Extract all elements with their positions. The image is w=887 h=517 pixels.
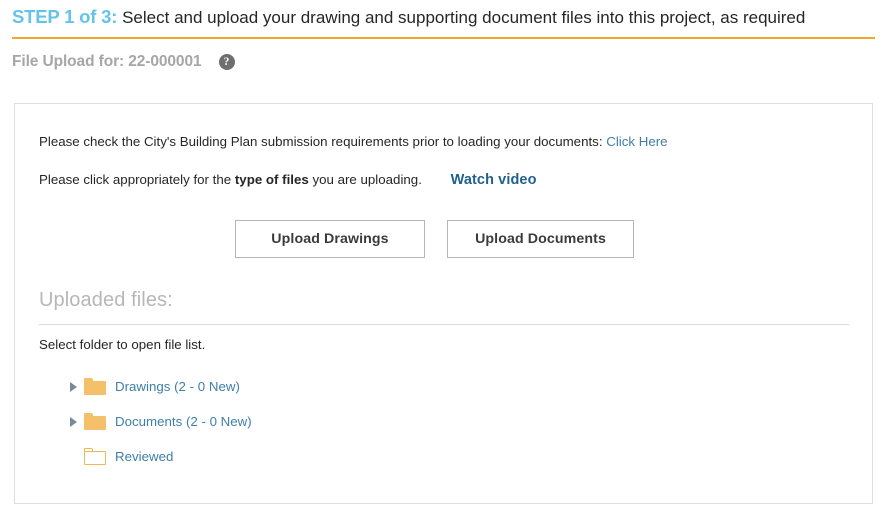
file-upload-subtitle-row: File Upload for: 22-000001 ? [12,50,235,74]
click-here-link[interactable]: Click Here [606,134,667,149]
instruction-2-emphasis: type of files [234,172,309,187]
watch-video-link[interactable]: Watch video [451,172,537,188]
instruction-1-text: Please check the City's Building Plan su… [39,134,603,149]
page-title: File Upload for: 22-000001 [12,53,202,70]
tree-item-drawings[interactable]: Drawings (2 - 0 New) [39,369,539,404]
select-folder-note: Select folder to open file list. [39,337,206,352]
instruction-2-suffix: you are uploading. [312,172,422,187]
folder-filled-icon [84,413,106,430]
folder-outline-icon [84,448,106,465]
folder-filled-icon [84,378,106,395]
instruction-line-1: Please check the City's Building Plan su… [39,133,668,151]
help-question-icon[interactable]: ? [218,54,235,70]
tree-item-reviewed[interactable]: Reviewed [39,439,539,474]
step-description: Select and upload your drawing and suppo… [122,8,806,27]
uploaded-files-heading: Uploaded files: [39,289,173,311]
uploaded-files-tree: Drawings (2 - 0 New) Documents (2 - 0 Ne… [39,369,539,474]
instruction-2-prefix: Please click appropriately for the [39,172,232,187]
chevron-right-icon[interactable] [62,369,84,404]
tree-item-label[interactable]: Reviewed [115,448,173,465]
chevron-right-icon[interactable] [62,404,84,439]
step-label: STEP 1 of 3: [12,6,118,27]
upload-panel: Please check the City's Building Plan su… [14,103,873,504]
step-header: STEP 1 of 3: Select and upload your draw… [12,5,876,29]
tree-item-label[interactable]: Drawings (2 - 0 New) [115,378,240,395]
tree-item-documents[interactable]: Documents (2 - 0 New) [39,404,539,439]
header-accent-rule [12,37,875,39]
instruction-line-2: Please click appropriately for the type … [39,171,537,189]
upload-drawings-button[interactable]: Upload Drawings [235,220,425,258]
upload-documents-button[interactable]: Upload Documents [447,220,634,258]
uploaded-files-divider [39,324,849,325]
tree-item-label[interactable]: Documents (2 - 0 New) [115,413,252,430]
